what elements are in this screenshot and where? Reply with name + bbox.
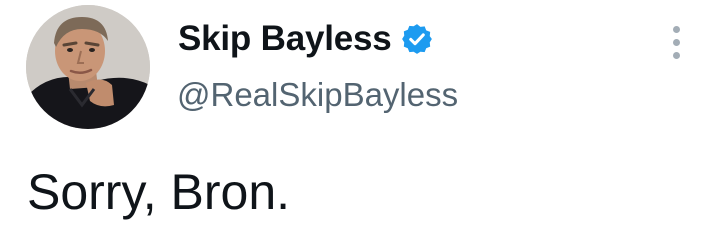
more-dot <box>672 51 680 59</box>
profile-photo <box>26 5 150 129</box>
tweet-text: Sorry, Bron. <box>27 164 291 220</box>
display-name[interactable]: Skip Bayless <box>178 19 392 59</box>
author-name-row: Skip Bayless <box>178 15 434 63</box>
tweet-card: Skip Bayless @RealSkipBayless Sorry, Bro… <box>0 0 720 240</box>
user-handle[interactable]: @RealSkipBayless <box>177 76 458 114</box>
verified-badge-icon <box>400 22 434 56</box>
avatar[interactable] <box>26 5 150 129</box>
more-dot <box>672 25 680 33</box>
more-options-icon[interactable] <box>661 22 691 62</box>
more-dot <box>672 38 680 46</box>
